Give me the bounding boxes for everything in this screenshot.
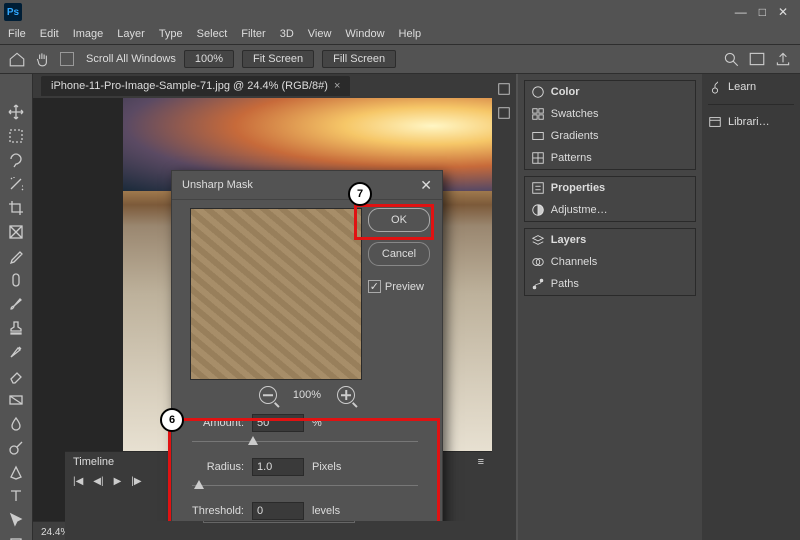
cancel-button[interactable]: Cancel [368,242,430,266]
zoom-in-icon[interactable] [337,386,355,404]
dodge-tool-icon[interactable] [6,440,26,456]
move-tool-icon[interactable] [6,104,26,120]
menu-filter[interactable]: Filter [241,28,265,40]
window-titlebar: Ps — □ ✕ [0,0,800,24]
panel-icon[interactable] [497,82,511,96]
fit-screen-button[interactable]: Fit Screen [242,50,314,68]
eraser-tool-icon[interactable] [6,368,26,384]
search-icon[interactable] [722,50,740,68]
wand-tool-icon[interactable] [6,176,26,192]
threshold-label: Threshold: [184,505,244,517]
timeline-next-icon[interactable]: |▶ [131,476,141,487]
amount-unit: % [312,417,322,429]
panel-swatches[interactable]: Swatches [525,103,695,125]
dialog-title: Unsharp Mask [182,179,253,191]
zoom-percent: 100% [293,389,321,401]
menu-image[interactable]: Image [73,28,104,40]
lasso-tool-icon[interactable] [6,152,26,168]
timeline-menu-icon[interactable]: ≡ [478,456,484,468]
workspace-icon[interactable] [748,50,766,68]
hand-tool-icon[interactable] [34,50,52,68]
fill-screen-button[interactable]: Fill Screen [322,50,396,68]
menu-edit[interactable]: Edit [40,28,59,40]
menu-select[interactable]: Select [197,28,228,40]
panel-channels[interactable]: Channels [525,251,695,273]
crop-tool-icon[interactable] [6,200,26,216]
panel-properties[interactable]: Properties [525,177,695,199]
amount-slider[interactable] [192,434,418,448]
document-tab[interactable]: iPhone-11-Pro-Image-Sample-71.jpg @ 24.4… [41,76,350,96]
stamp-tool-icon[interactable] [6,320,26,336]
panel-group-main: Color Swatches Gradients Patterns Proper… [518,74,702,540]
share-icon[interactable] [774,50,792,68]
options-bar: Scroll All Windows 100% Fit Screen Fill … [0,45,800,74]
eyedropper-tool-icon[interactable] [6,248,26,264]
window-close[interactable]: ✕ [778,5,788,19]
brush-tool-icon[interactable] [6,296,26,312]
menu-help[interactable]: Help [399,28,422,40]
panel-paths[interactable]: Paths [525,273,695,295]
window-minimize[interactable]: — [735,5,747,19]
panel-color[interactable]: Color [525,81,695,103]
type-tool-icon[interactable] [6,488,26,504]
app-icon: Ps [4,3,22,21]
preview-checkbox-label: Preview [385,281,424,293]
radius-label: Radius: [184,461,244,473]
zoom-value[interactable]: 100% [184,50,234,68]
panel-dock-strip [492,74,516,540]
panel-group-learn: Learn Librari… [702,74,800,540]
threshold-input[interactable] [252,502,304,520]
marquee-tool-icon[interactable] [6,128,26,144]
panel-patterns[interactable]: Patterns [525,147,695,169]
document-tab-label: iPhone-11-Pro-Image-Sample-71.jpg @ 24.4… [51,80,328,92]
dialog-close-icon[interactable]: ✕ [420,177,432,194]
amount-input[interactable] [252,414,304,432]
menu-bar: File Edit Image Layer Type Select Filter… [0,24,800,45]
threshold-unit: levels [312,505,340,517]
document-tabstrip: iPhone-11-Pro-Image-Sample-71.jpg @ 24.4… [33,74,492,98]
radius-input[interactable] [252,458,304,476]
timeline-title: Timeline [73,456,114,468]
menu-file[interactable]: File [8,28,26,40]
history-brush-tool-icon[interactable] [6,344,26,360]
menu-layer[interactable]: Layer [117,28,145,40]
panel-gradients[interactable]: Gradients [525,125,695,147]
annotation-step-7: 7 [348,182,372,206]
blur-tool-icon[interactable] [6,416,26,432]
ok-button[interactable]: OK [368,208,430,232]
home-icon[interactable] [8,50,26,68]
scroll-all-checkbox[interactable] [60,52,74,66]
radius-slider[interactable] [192,478,418,492]
panel-libraries[interactable]: Librari… [708,115,794,129]
frame-tool-icon[interactable] [6,224,26,240]
dialog-preview-image[interactable] [190,208,362,380]
timeline-play-icon[interactable]: ▶ [114,476,122,487]
panel-layers[interactable]: Layers [525,229,695,251]
annotation-step-6: 6 [160,408,184,432]
radius-unit: Pixels [312,461,341,473]
menu-window[interactable]: Window [345,28,384,40]
document-area: iPhone-11-Pro-Image-Sample-71.jpg @ 24.4… [33,74,492,540]
panel-icon[interactable] [497,106,511,120]
shape-tool-icon[interactable] [6,536,26,540]
timeline-prev-icon[interactable]: ◀| [93,476,103,487]
panel-learn[interactable]: Learn [708,80,794,94]
pen-tool-icon[interactable] [6,464,26,480]
panel-adjustments[interactable]: Adjustme… [525,199,695,221]
preview-checkbox[interactable]: ✓ [368,280,381,293]
amount-label: Amount: [184,417,244,429]
menu-view[interactable]: View [308,28,332,40]
gradient-tool-icon[interactable] [6,392,26,408]
menu-3d[interactable]: 3D [280,28,294,40]
timeline-first-icon[interactable]: |◀ [73,476,83,487]
close-tab-icon[interactable]: × [334,80,340,92]
menu-type[interactable]: Type [159,28,183,40]
window-maximize[interactable]: □ [759,5,766,19]
scroll-all-label: Scroll All Windows [86,53,176,65]
zoom-out-icon[interactable] [259,386,277,404]
path-select-tool-icon[interactable] [6,512,26,528]
toolbox [0,74,33,540]
heal-tool-icon[interactable] [6,272,26,288]
unsharp-mask-dialog: Unsharp Mask ✕ 7 OK Cancel ✓ Preview [171,170,443,521]
